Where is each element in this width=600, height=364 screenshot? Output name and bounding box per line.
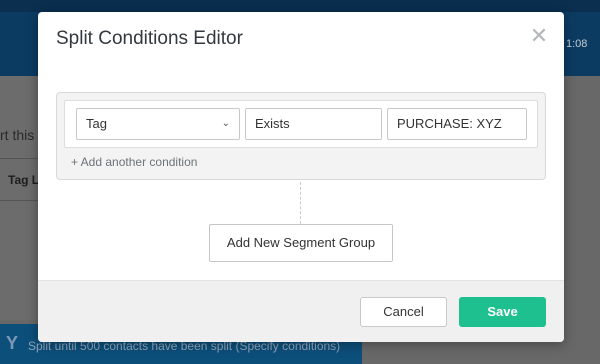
background-column-header: Tag L	[8, 173, 40, 187]
condition-value-text: PURCHASE: XYZ	[397, 116, 502, 131]
close-icon[interactable]: ✕	[529, 25, 549, 47]
condition-operator-value: Exists	[255, 116, 290, 131]
condition-field-select[interactable]: Tag ⌄	[76, 108, 240, 140]
modal-title: Split Conditions Editor	[56, 28, 243, 49]
condition-value-input[interactable]: PURCHASE: XYZ	[387, 108, 527, 140]
condition-operator-input[interactable]: Exists	[245, 108, 382, 140]
chevron-down-icon: ⌄	[221, 118, 230, 129]
connector-line	[300, 182, 301, 224]
modal-footer: Cancel Save	[38, 280, 564, 342]
add-segment-group-button[interactable]: Add New Segment Group	[209, 224, 393, 262]
condition-field-value: Tag	[86, 116, 107, 131]
divider	[0, 158, 40, 159]
app-top-strip	[0, 0, 600, 12]
header-time: 1:08	[566, 38, 588, 50]
app-left-panel	[0, 76, 40, 320]
cancel-button[interactable]: Cancel	[360, 297, 447, 327]
add-condition-link[interactable]: + Add another condition	[71, 155, 197, 169]
save-button[interactable]: Save	[459, 297, 546, 327]
split-icon: Y	[6, 333, 19, 353]
background-text: rt this	[0, 127, 35, 143]
conditions-group: Tag ⌄ Exists PURCHASE: XYZ + Add another…	[56, 92, 546, 180]
divider	[0, 200, 40, 201]
split-conditions-modal: Split Conditions Editor ✕ Tag ⌄ Exists P…	[38, 12, 564, 342]
condition-row: Tag ⌄ Exists PURCHASE: XYZ	[64, 100, 538, 148]
